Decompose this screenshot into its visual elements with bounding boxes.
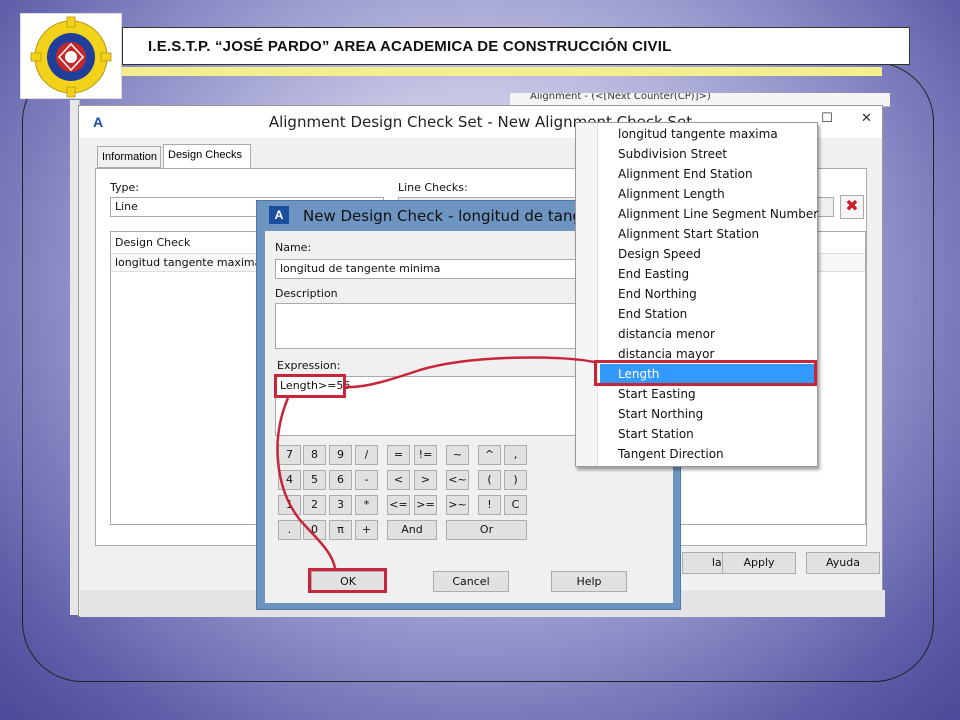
- key-less-approx[interactable]: <~: [446, 470, 469, 490]
- key-less-than[interactable]: <: [387, 470, 410, 490]
- name-label: Name:: [275, 241, 312, 254]
- key-minus[interactable]: -: [355, 470, 378, 490]
- key-equals[interactable]: =: [387, 445, 410, 465]
- expression-keypad: 7 8 9 / = != ~ ^ , 4 5 6 - < > <~ ( ) 1 …: [278, 445, 578, 575]
- list-item[interactable]: Alignment Length: [618, 184, 813, 204]
- list-item[interactable]: longitud tangente maxima: [618, 124, 813, 144]
- list-item[interactable]: End Easting: [618, 264, 813, 284]
- delete-check-icon[interactable]: ✖: [840, 195, 864, 219]
- tab-information[interactable]: Information: [97, 146, 161, 168]
- property-dropdown-list: longitud tangente maxima Subdivision Str…: [575, 122, 818, 467]
- background-label-text: Alignment - (<[Next Counter(CP)]>): [530, 93, 711, 102]
- slide-title: I.E.S.T.P. “JOSÉ PARDO” AREA ACADEMICA D…: [148, 37, 672, 55]
- key-6[interactable]: 6: [329, 470, 352, 490]
- header-accent-bar: [122, 67, 882, 76]
- list-item[interactable]: Alignment Line Segment Number: [618, 204, 818, 224]
- list-item[interactable]: Design Speed: [618, 244, 813, 264]
- list-item[interactable]: Alignment Start Station: [618, 224, 813, 244]
- key-open-paren[interactable]: (: [478, 470, 501, 490]
- key-clear[interactable]: C: [504, 495, 527, 515]
- gear-logo-icon: [30, 16, 112, 98]
- description-label: Description: [275, 287, 338, 300]
- list-item[interactable]: Alignment End Station: [618, 164, 813, 184]
- list-item[interactable]: Tangent Direction: [618, 444, 813, 464]
- key-0[interactable]: 0: [303, 520, 326, 540]
- autocad-civil-app-icon: A: [269, 206, 289, 224]
- key-5[interactable]: 5: [303, 470, 326, 490]
- key-8[interactable]: 8: [303, 445, 326, 465]
- key-decimal[interactable]: .: [278, 520, 301, 540]
- key-3[interactable]: 3: [329, 495, 352, 515]
- key-not[interactable]: !: [478, 495, 501, 515]
- key-approx[interactable]: ~: [446, 445, 469, 465]
- expression-label: Expression:: [277, 359, 341, 372]
- institution-logo: [20, 13, 122, 99]
- key-power[interactable]: ^: [478, 445, 501, 465]
- key-2[interactable]: 2: [303, 495, 326, 515]
- close-icon[interactable]: ✕: [849, 106, 884, 130]
- help-button[interactable]: Help: [551, 571, 627, 592]
- list-item[interactable]: Start Northing: [618, 404, 813, 424]
- key-4[interactable]: 4: [278, 470, 301, 490]
- type-label: Type:: [110, 181, 139, 194]
- key-not-equals[interactable]: !=: [414, 445, 437, 465]
- list-item[interactable]: End Station: [618, 304, 813, 324]
- key-or[interactable]: Or: [446, 520, 527, 540]
- key-plus[interactable]: +: [355, 520, 378, 540]
- key-comma[interactable]: ,: [504, 445, 527, 465]
- list-item[interactable]: Start Easting: [618, 384, 813, 404]
- expression-highlight-box: [274, 374, 346, 398]
- list-item[interactable]: distancia menor: [618, 324, 813, 344]
- key-close-paren[interactable]: ): [504, 470, 527, 490]
- dropdown-gutter: [576, 123, 598, 466]
- tab-design-checks[interactable]: Design Checks: [163, 144, 251, 169]
- key-9[interactable]: 9: [329, 445, 352, 465]
- key-1[interactable]: 1: [278, 495, 301, 515]
- key-pi[interactable]: π: [329, 520, 352, 540]
- key-greater-approx[interactable]: >~: [446, 495, 469, 515]
- cancel-button[interactable]: Cancel: [433, 571, 509, 592]
- ok-highlight-box: [308, 568, 387, 593]
- apply-button[interactable]: Apply: [722, 552, 796, 574]
- list-item[interactable]: Subdivision Street: [618, 144, 813, 164]
- key-multiply[interactable]: *: [355, 495, 378, 515]
- header-bar: I.E.S.T.P. “JOSÉ PARDO” AREA ACADEMICA D…: [122, 27, 910, 65]
- help-button[interactable]: Ayuda: [806, 552, 880, 574]
- key-less-equal[interactable]: <=: [387, 495, 410, 515]
- key-divide[interactable]: /: [355, 445, 378, 465]
- key-greater-than[interactable]: >: [414, 470, 437, 490]
- key-and[interactable]: And: [387, 520, 437, 540]
- list-item[interactable]: Start Station: [618, 424, 813, 444]
- key-greater-equal[interactable]: >=: [414, 495, 437, 515]
- line-checks-label: Line Checks:: [398, 181, 468, 194]
- length-highlight-box: [594, 360, 817, 386]
- list-item[interactable]: End Northing: [618, 284, 813, 304]
- key-7[interactable]: 7: [278, 445, 301, 465]
